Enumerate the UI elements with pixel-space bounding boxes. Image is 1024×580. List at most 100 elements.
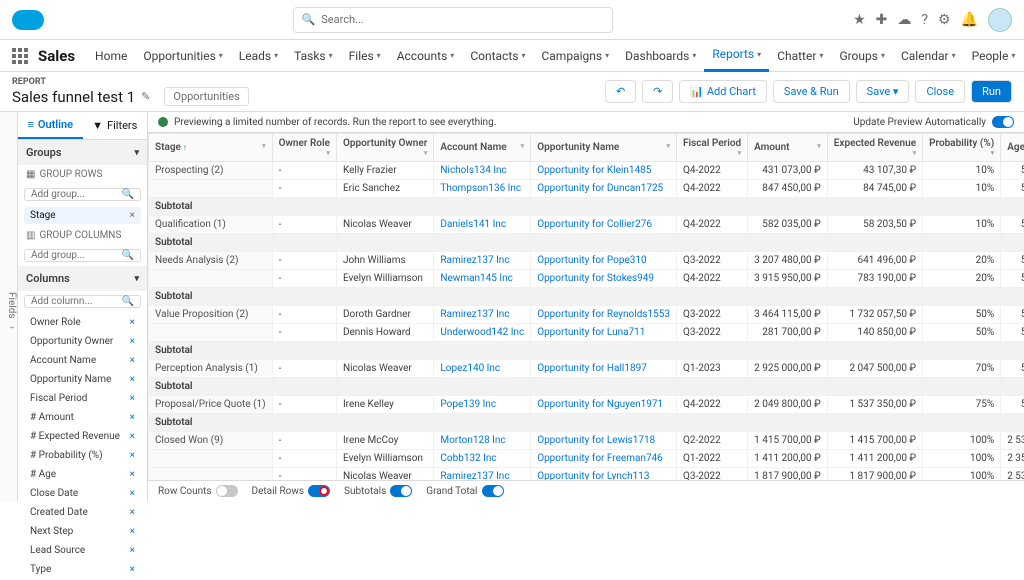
remove-icon[interactable]: × — [130, 336, 135, 347]
remove-icon[interactable]: × — [130, 355, 135, 366]
chevron-down-icon[interactable]: ▾ — [134, 148, 139, 158]
remove-icon[interactable]: × — [130, 450, 135, 461]
remove-icon[interactable]: × — [130, 317, 135, 328]
group-rows-label: ▦ GROUP ROWS — [18, 165, 147, 184]
nav-contacts[interactable]: Contacts ▾ — [462, 40, 533, 72]
report-name: Sales funnel test 1 — [12, 88, 135, 106]
close-button[interactable]: Close — [915, 80, 965, 103]
remove-icon[interactable]: × — [130, 488, 135, 499]
remove-icon[interactable]: × — [130, 564, 135, 575]
column-field[interactable]: # Amount× — [24, 409, 141, 426]
nav-campaigns[interactable]: Campaigns ▾ — [533, 40, 617, 72]
subtotals-toggle[interactable] — [390, 485, 412, 497]
nav-home[interactable]: Home — [87, 40, 135, 72]
nav-leads[interactable]: Leads ▾ — [231, 40, 286, 72]
notifications-icon[interactable]: 🔔 — [961, 12, 978, 28]
nav-calendar[interactable]: Calendar ▾ — [893, 40, 964, 72]
app-nav: Sales HomeOpportunities ▾Leads ▾Tasks ▾F… — [0, 40, 1024, 72]
remove-icon[interactable]: × — [130, 210, 135, 221]
table-row: Closed Won (9)-Irene McCoyMorton128 IncO… — [149, 432, 1024, 450]
app-launcher-icon[interactable] — [12, 48, 28, 64]
nav-files[interactable]: Files ▾ — [341, 40, 389, 72]
nav-dashboards[interactable]: Dashboards ▾ — [617, 40, 704, 72]
col-header[interactable]: Age▾ — [1001, 134, 1024, 162]
remove-icon[interactable]: × — [130, 431, 135, 442]
column-field[interactable]: Account Name× — [24, 352, 141, 369]
group-pill-stage[interactable]: Stage× — [24, 207, 141, 224]
table-row: Qualification (1)-Nicolas WeaverDaniels1… — [149, 216, 1024, 234]
outline-tab[interactable]: ≡ Outline — [18, 112, 83, 139]
nav-tasks[interactable]: Tasks ▾ — [286, 40, 341, 72]
help-icon[interactable]: ? — [921, 12, 928, 28]
col-header[interactable]: Fiscal Period▾ — [676, 134, 747, 162]
add-group-col-input[interactable]: Add group...🔍 — [24, 249, 141, 262]
col-header[interactable]: Probability (%)▾ — [923, 134, 1001, 162]
save-button[interactable]: Save ▾ — [856, 80, 910, 103]
avatar[interactable] — [988, 8, 1012, 32]
col-header[interactable]: Stage↑▾ — [149, 134, 273, 162]
remove-icon[interactable]: × — [130, 469, 135, 480]
remove-icon[interactable]: × — [130, 374, 135, 385]
add-group-input[interactable]: Add group...🔍 — [24, 188, 141, 201]
search-icon: 🔍 — [302, 13, 316, 26]
column-field[interactable]: Owner Role× — [24, 314, 141, 331]
search-placeholder: Search... — [321, 13, 364, 26]
col-header[interactable]: Opportunity Owner▾ — [336, 134, 433, 162]
col-header[interactable]: Opportunity Name▾ — [531, 134, 677, 162]
detail-rows-toggle[interactable] — [308, 485, 330, 497]
nav-reports[interactable]: Reports ▾ — [704, 40, 769, 72]
column-field[interactable]: # Probability (%)× — [24, 447, 141, 464]
nav-opportunities[interactable]: Opportunities ▾ — [135, 40, 230, 72]
edit-name-icon[interactable]: ✎ — [141, 90, 150, 103]
remove-icon[interactable]: × — [130, 393, 135, 404]
filters-tab[interactable]: ▼ Filters — [83, 112, 148, 139]
column-field[interactable]: Created Date× — [24, 504, 141, 521]
add-column-input[interactable]: Add column...🔍 — [24, 295, 141, 308]
remove-icon[interactable]: × — [130, 526, 135, 537]
row-counts-label: Row Counts — [158, 486, 212, 497]
add-icon[interactable]: ✚ — [876, 12, 888, 28]
global-search[interactable]: 🔍 Search... — [293, 7, 613, 33]
column-field[interactable]: Close Date× — [24, 485, 141, 502]
grand-total-toggle[interactable] — [482, 485, 504, 497]
salesforce-logo — [12, 10, 44, 30]
favorite-icon[interactable]: ★ — [853, 12, 866, 28]
column-field[interactable]: # Age× — [24, 466, 141, 483]
status-dot — [158, 117, 168, 127]
run-button[interactable]: Run — [971, 80, 1012, 103]
remove-icon[interactable]: × — [130, 507, 135, 518]
columns-section: Columns▾ — [18, 266, 147, 291]
column-field[interactable]: Opportunity Name× — [24, 371, 141, 388]
column-field[interactable]: Fiscal Period× — [24, 390, 141, 407]
col-header[interactable]: Expected Revenue▾ — [827, 134, 922, 162]
nav-groups[interactable]: Groups ▾ — [831, 40, 893, 72]
nav-people[interactable]: People ▾ — [964, 40, 1024, 72]
table-row: Value Proposition (2)-Doroth GardnerRami… — [149, 306, 1024, 324]
column-field[interactable]: Lead Source× — [24, 542, 141, 559]
nav-accounts[interactable]: Accounts ▾ — [389, 40, 463, 72]
col-header[interactable]: Amount▾ — [748, 134, 828, 162]
column-field[interactable]: Opportunity Owner× — [24, 333, 141, 350]
remove-icon[interactable]: × — [130, 545, 135, 556]
column-field[interactable]: Next Step× — [24, 523, 141, 540]
add-chart-button[interactable]: 📊 Add Chart — [679, 80, 767, 103]
column-field[interactable]: # Expected Revenue× — [24, 428, 141, 445]
col-header[interactable]: Owner Role▾ — [272, 134, 336, 162]
fields-panel-tab[interactable]: Fields › — [0, 112, 18, 501]
row-counts-toggle[interactable] — [216, 485, 238, 497]
remove-icon[interactable]: × — [130, 412, 135, 423]
save-run-button[interactable]: Save & Run — [773, 80, 850, 103]
auto-update-toggle[interactable] — [992, 116, 1014, 128]
groups-section: Groups▾ — [18, 140, 147, 165]
undo-button[interactable]: ↶ — [605, 80, 636, 103]
table-row: -Evelyn WilliamsonCobb132 IncOpportunity… — [149, 450, 1024, 468]
chevron-down-icon[interactable]: ▾ — [134, 274, 139, 284]
redo-button[interactable]: ↷ — [642, 80, 673, 103]
col-header[interactable]: Account Name▾ — [434, 134, 531, 162]
setup-gear-icon[interactable]: ⚙ — [938, 12, 951, 28]
column-field[interactable]: Type× — [24, 561, 141, 578]
cloud-icon[interactable]: ☁ — [897, 12, 911, 28]
subtotal-row: Subtotal — [149, 234, 1024, 252]
nav-chatter[interactable]: Chatter ▾ — [769, 40, 831, 72]
table-row: Perception Analysis (1)-Nicolas WeaverLo… — [149, 360, 1024, 378]
